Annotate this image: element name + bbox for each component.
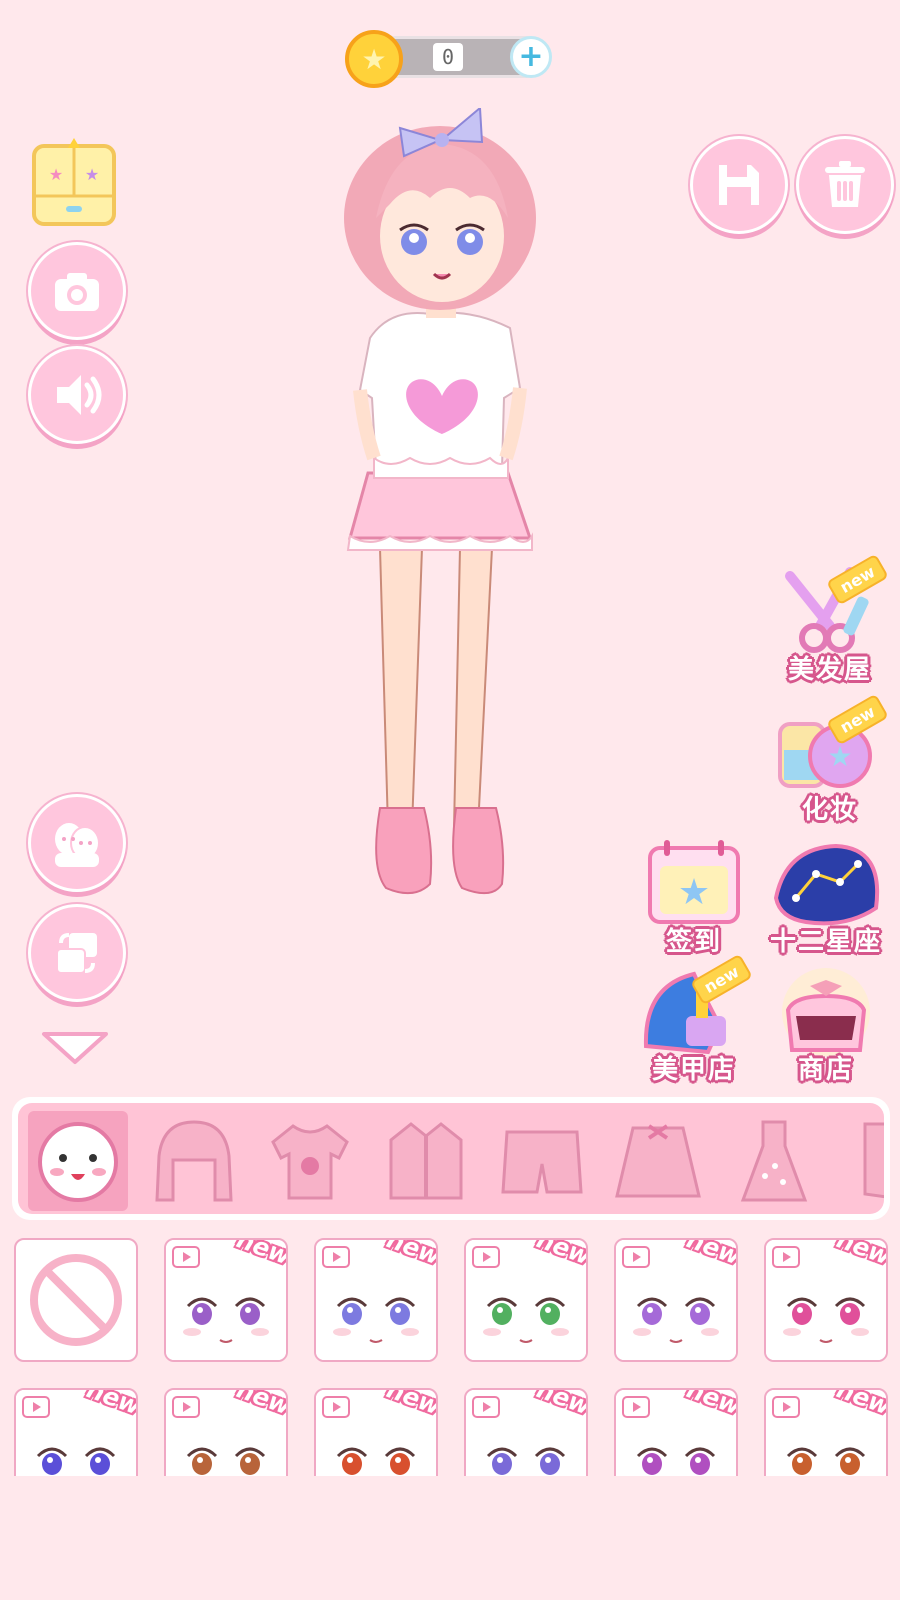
video-ad-icon <box>472 1396 500 1418</box>
video-ad-icon <box>22 1396 50 1418</box>
delete-button[interactable] <box>796 136 894 234</box>
feature-label: 签到 <box>665 927 722 957</box>
collapse-button[interactable] <box>40 1030 110 1070</box>
category-face[interactable] <box>28 1111 128 1211</box>
feature-makeup[interactable]: ★ new 化妆 <box>770 693 890 826</box>
category-dress[interactable] <box>724 1111 824 1211</box>
save-icon <box>719 165 759 205</box>
video-ad-icon <box>322 1246 350 1268</box>
swap-icon <box>56 933 97 974</box>
category-scroller[interactable] <box>18 1103 884 1214</box>
chevron-down-icon <box>42 1032 108 1064</box>
category-skirt[interactable] <box>608 1111 708 1211</box>
constellation-icon <box>773 843 880 926</box>
item-none[interactable] <box>14 1238 138 1362</box>
category-tops[interactable] <box>260 1111 360 1211</box>
sound-button[interactable] <box>28 346 126 444</box>
camera-icon <box>55 273 99 311</box>
category-socks[interactable] <box>840 1111 884 1211</box>
svg-text:★: ★ <box>85 165 99 184</box>
character-avatar <box>330 105 570 922</box>
faces-icon <box>55 823 100 867</box>
category-jacket[interactable] <box>376 1111 476 1211</box>
add-coins-button[interactable]: + <box>510 36 552 78</box>
character-figure <box>344 105 536 895</box>
calendar-icon: ★ <box>648 840 740 924</box>
wardrobe-button[interactable]: ★ ★ <box>30 138 118 228</box>
item-face-style[interactable]: new <box>764 1238 888 1362</box>
wardrobe-icon: ★ ★ <box>32 138 116 226</box>
shop-bag-icon <box>782 968 870 1056</box>
category-bar <box>12 1097 890 1220</box>
feature-nail-salon[interactable]: new 美甲店 <box>634 953 754 1086</box>
feature-label: 美甲店 <box>651 1055 736 1085</box>
jacket-icon <box>389 1122 463 1200</box>
video-ad-icon <box>622 1246 650 1268</box>
face-icon <box>38 1122 118 1202</box>
camera-button[interactable] <box>28 242 126 340</box>
feature-label: 商店 <box>797 1055 854 1085</box>
speaker-icon <box>57 375 102 415</box>
bottom-area <box>0 1476 900 1600</box>
dress-icon <box>740 1120 808 1202</box>
video-ad-icon <box>772 1396 800 1418</box>
feature-zodiac[interactable]: 十二星座 <box>766 838 886 958</box>
item-face-style[interactable]: new <box>314 1238 438 1362</box>
video-ad-icon <box>472 1246 500 1268</box>
feature-label: 十二星座 <box>769 927 882 957</box>
feature-hair-salon[interactable]: new 美发屋 <box>770 553 890 686</box>
feature-checkin[interactable]: ★ 签到 <box>634 838 754 958</box>
socks-icon <box>863 1122 884 1199</box>
hair-icon <box>155 1120 233 1202</box>
feature-shop[interactable]: 商店 <box>766 966 886 1086</box>
coin-icon: ★ <box>345 30 403 88</box>
swap-button[interactable] <box>28 904 126 1002</box>
trash-icon <box>825 161 865 207</box>
video-ad-icon <box>322 1396 350 1418</box>
save-button[interactable] <box>690 136 788 234</box>
item-face-style[interactable]: new <box>614 1238 738 1362</box>
video-ad-icon <box>172 1396 200 1418</box>
feature-label: 化妆 <box>801 795 858 825</box>
item-face-style[interactable]: new <box>464 1238 588 1362</box>
feature-label: 美发屋 <box>787 655 872 685</box>
coin-balance-bar: ★ 0 + <box>345 30 555 88</box>
svg-text:★: ★ <box>827 740 852 773</box>
svg-text:★: ★ <box>678 872 710 913</box>
category-hair[interactable] <box>144 1111 244 1211</box>
category-shorts[interactable] <box>492 1111 592 1211</box>
skirt-icon <box>615 1124 701 1198</box>
friends-button[interactable] <box>28 794 126 892</box>
video-ad-icon <box>172 1246 200 1268</box>
shorts-icon <box>501 1130 583 1194</box>
tshirt-icon <box>271 1124 349 1200</box>
coin-count: 0 <box>433 43 463 71</box>
no-item-icon <box>30 1254 122 1346</box>
video-ad-icon <box>622 1396 650 1418</box>
video-ad-icon <box>772 1246 800 1268</box>
item-face-style[interactable]: new <box>164 1238 288 1362</box>
svg-text:★: ★ <box>49 165 63 184</box>
